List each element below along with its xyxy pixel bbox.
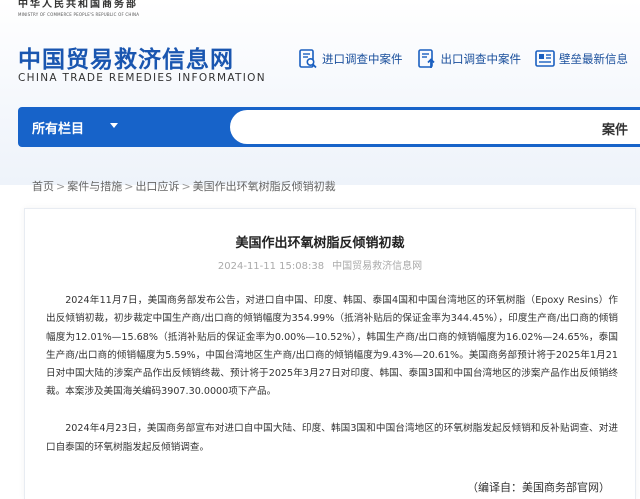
upload-document-icon	[417, 49, 435, 68]
site-subtitle: CHINA TRADE REMEDIES INFORMATION	[18, 72, 266, 84]
breadcrumb-cases[interactable]: 案件与措施	[67, 180, 122, 193]
breadcrumb-separator: >	[181, 180, 191, 193]
search-category-select[interactable]: 案件	[602, 119, 628, 138]
quick-link-label: 出口调查中案件	[440, 52, 522, 66]
ministry-name-en: MINISTRY OF COMMERCE PEOPLE'S REPUBLIC O…	[18, 12, 140, 17]
ministry-name-cn: 中华人民共和国商务部	[18, 0, 138, 10]
chevron-down-icon[interactable]	[110, 123, 118, 128]
article-editor-note: （编译自：美国商务部官网）	[467, 481, 610, 494]
breadcrumb-current: 美国作出环氧树脂反倾销初裁	[192, 180, 336, 193]
header-background	[0, 0, 640, 185]
site-title[interactable]: 中国贸易救济信息网	[18, 40, 234, 74]
quick-link-import-cases[interactable]: 进口调查中案件	[298, 48, 403, 70]
quick-links: 进口调查中案件 出口调查中案件 壁垒最新信息	[298, 48, 640, 70]
breadcrumb-separator: >	[56, 180, 66, 193]
article-paragraph: 2024年4月23日，美国商务部宣布对进口自中国大陆、印度、韩国3国和中国台湾地…	[46, 423, 618, 453]
magnifier-document-icon	[299, 49, 317, 69]
news-board-icon	[535, 50, 555, 67]
article-title: 美国作出环氧树脂反倾销初裁	[235, 236, 405, 251]
quick-link-barrier-news[interactable]: 壁垒最新信息	[535, 48, 628, 70]
all-columns-menu[interactable]: 所有栏目	[32, 118, 84, 137]
article-date: 2024-11-11 15:08:38	[217, 261, 325, 272]
article-source: 中国贸易救济信息网	[332, 261, 423, 272]
search-input[interactable]: 案件	[230, 110, 640, 144]
breadcrumb-export-response[interactable]: 出口应诉	[135, 180, 179, 193]
article-paragraph: 2024年11月7日，美国商务部发布公告，对进口自中国、印度、韩国、泰国4国和中…	[46, 295, 618, 398]
breadcrumb-separator: >	[124, 180, 134, 193]
ministry-logo[interactable]: 中华人民共和国商务部 MINISTRY OF COMMERCE PEOPLE'S…	[18, 0, 139, 18]
quick-link-label: 进口调查中案件	[322, 52, 403, 66]
main-nav-bar: 所有栏目 案件	[18, 107, 640, 147]
quick-link-export-cases[interactable]: 出口调查中案件	[417, 48, 522, 70]
article-meta: 2024-11-11 15:08:38 中国贸易救济信息网	[0, 257, 640, 272]
article-body: 2024年11月7日，美国商务部发布公告，对进口自中国、印度、韩国、泰国4国和中…	[46, 292, 618, 476]
quick-link-label: 壁垒最新信息	[559, 52, 628, 66]
breadcrumb-home[interactable]: 首页	[32, 180, 54, 193]
breadcrumb: 首页 > 案件与措施 > 出口应诉 > 美国作出环氧树脂反倾销初裁	[32, 178, 336, 194]
